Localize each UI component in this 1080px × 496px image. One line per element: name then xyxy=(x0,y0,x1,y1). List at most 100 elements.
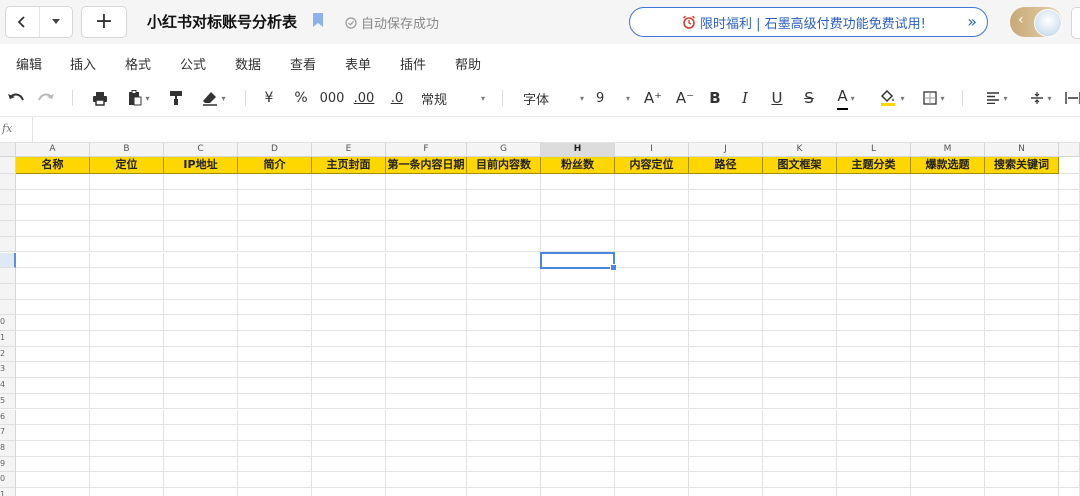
row-header[interactable]: 7 xyxy=(0,425,16,441)
currency-format-button[interactable]: ¥ xyxy=(260,80,278,116)
column-header-n[interactable]: N xyxy=(985,143,1059,157)
column-header-d[interactable]: D xyxy=(238,143,312,157)
row-header[interactable] xyxy=(0,174,16,190)
grid-cell[interactable] xyxy=(985,409,1059,426)
grid-cell[interactable] xyxy=(16,174,90,190)
grid-cell[interactable] xyxy=(312,283,386,300)
grid-cell[interactable] xyxy=(90,236,164,253)
grid-cell[interactable] xyxy=(1059,456,1080,473)
user-menu-toggle[interactable]: ‹ xyxy=(1010,7,1062,37)
grid-cell[interactable] xyxy=(16,488,90,496)
grid-cell[interactable] xyxy=(689,409,763,426)
grid-cell[interactable] xyxy=(1059,174,1080,190)
decrease-font-size-button[interactable]: A⁻ xyxy=(674,80,696,116)
grid-cell[interactable] xyxy=(386,331,467,347)
grid-cell[interactable] xyxy=(837,409,911,426)
italic-button[interactable]: I xyxy=(736,80,754,116)
grid-cell[interactable] xyxy=(164,174,238,190)
grid-cell[interactable] xyxy=(467,252,541,269)
column-header-l[interactable]: L xyxy=(837,143,911,157)
menu-edit[interactable]: 编辑 xyxy=(16,54,42,73)
strikethrough-button[interactable]: S xyxy=(800,80,818,116)
grid-cell[interactable] xyxy=(16,331,90,347)
grid-cell[interactable] xyxy=(689,236,763,253)
grid-cell[interactable] xyxy=(238,315,312,331)
grid-cell[interactable] xyxy=(16,189,90,206)
grid-cell[interactable] xyxy=(90,299,164,316)
grid-cell[interactable] xyxy=(467,174,541,190)
grid-cell[interactable] xyxy=(615,472,689,488)
grid-cell[interactable] xyxy=(911,488,985,496)
grid-cell[interactable] xyxy=(837,268,911,284)
grid-cell[interactable] xyxy=(164,456,238,473)
grid-cell[interactable] xyxy=(541,174,615,190)
grid-cell[interactable] xyxy=(541,283,615,300)
grid-cell[interactable] xyxy=(1059,346,1080,363)
grid-cell[interactable] xyxy=(238,346,312,363)
grid-cell[interactable] xyxy=(16,205,90,222)
grid-cell[interactable] xyxy=(467,346,541,363)
grid-cell[interactable] xyxy=(16,425,90,441)
grid-cell[interactable] xyxy=(164,425,238,441)
grid-cell[interactable] xyxy=(1059,252,1080,269)
grid-cell[interactable] xyxy=(16,315,90,331)
grid-cell[interactable] xyxy=(467,299,541,316)
grid-cell[interactable] xyxy=(312,425,386,441)
grid-cell[interactable] xyxy=(985,488,1059,496)
number-format-select[interactable]: 常规 ▾ xyxy=(421,80,491,116)
grid-cell[interactable] xyxy=(164,268,238,284)
grid-cell[interactable] xyxy=(615,440,689,457)
grid-cell[interactable] xyxy=(911,346,985,363)
grid-cell[interactable] xyxy=(467,472,541,488)
grid-cell[interactable] xyxy=(386,283,467,300)
grid-cell[interactable] xyxy=(164,315,238,331)
grid-cell[interactable] xyxy=(16,299,90,316)
grid-cell[interactable] xyxy=(615,362,689,379)
row-header[interactable] xyxy=(0,299,16,316)
grid-cell[interactable] xyxy=(615,221,689,237)
grid-cell[interactable] xyxy=(1059,268,1080,284)
grid-cell[interactable] xyxy=(238,189,312,206)
grid-cell[interactable] xyxy=(164,221,238,237)
grid-cell[interactable] xyxy=(689,299,763,316)
grid-cell[interactable] xyxy=(164,236,238,253)
grid-cell[interactable] xyxy=(763,393,837,410)
grid-cell[interactable] xyxy=(911,393,985,410)
grid-cell[interactable] xyxy=(541,331,615,347)
grid-cell[interactable] xyxy=(541,221,615,237)
grid-cell[interactable] xyxy=(689,283,763,300)
grid-cell[interactable] xyxy=(615,488,689,496)
grid-cell[interactable] xyxy=(90,283,164,300)
menu-form[interactable]: 表单 xyxy=(345,54,371,73)
font-family-select[interactable]: 字体 ▾ xyxy=(523,80,589,116)
grid-cell[interactable] xyxy=(763,472,837,488)
grid-cell[interactable] xyxy=(238,283,312,300)
grid-cell[interactable] xyxy=(837,425,911,441)
grid-cell[interactable] xyxy=(312,331,386,347)
grid-cell[interactable] xyxy=(615,409,689,426)
grid-cell[interactable] xyxy=(615,236,689,253)
grid-cell[interactable] xyxy=(16,221,90,237)
grid-cell[interactable] xyxy=(763,236,837,253)
header-cell[interactable]: 目前内容数 xyxy=(467,157,541,174)
grid-cell[interactable] xyxy=(312,221,386,237)
grid-cell[interactable] xyxy=(689,205,763,222)
row-header[interactable] xyxy=(0,221,16,237)
grid-cell[interactable] xyxy=(467,236,541,253)
grid-cell[interactable] xyxy=(615,299,689,316)
grid-cell[interactable] xyxy=(985,252,1059,269)
grid-cell[interactable] xyxy=(911,221,985,237)
grid-cell[interactable] xyxy=(90,472,164,488)
grid-cell[interactable] xyxy=(238,409,312,426)
grid-cell[interactable] xyxy=(689,456,763,473)
grid-cell[interactable] xyxy=(164,488,238,496)
grid-cell[interactable] xyxy=(467,362,541,379)
grid-cell[interactable] xyxy=(837,346,911,363)
grid-cell[interactable] xyxy=(164,205,238,222)
grid-cell[interactable] xyxy=(541,189,615,206)
grid-cell[interactable] xyxy=(689,362,763,379)
percent-format-button[interactable]: % xyxy=(291,80,311,116)
grid-cell[interactable] xyxy=(615,205,689,222)
grid-cell[interactable] xyxy=(911,236,985,253)
grid-cell[interactable] xyxy=(615,189,689,206)
